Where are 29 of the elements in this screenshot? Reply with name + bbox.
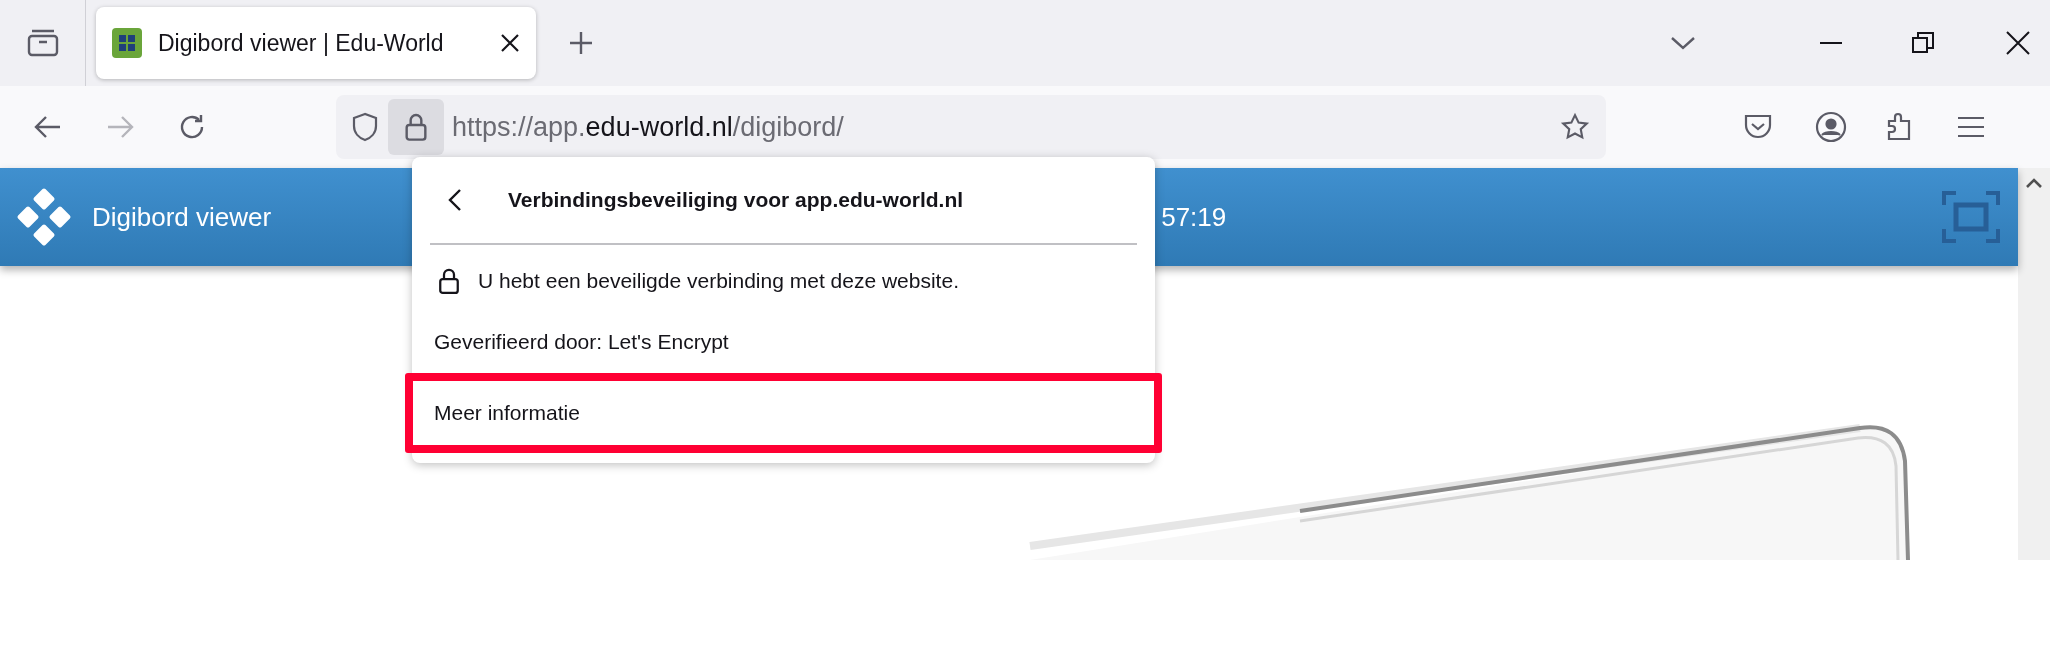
lock-button[interactable] [388,99,444,155]
tray-icon [25,28,60,58]
back-chevron-icon[interactable] [448,188,462,212]
plus-icon[interactable] [568,30,594,56]
verified-by-text: Geverifieerd door: Let's Encrypt [434,329,729,356]
chevron-up-icon[interactable] [2026,178,2042,188]
back-arrow-icon[interactable] [34,115,62,139]
close-icon[interactable] [2006,31,2030,55]
chevron-down-icon[interactable] [1670,35,1696,51]
tab-title: Digibord viewer | Edu-World [158,28,444,58]
star-icon[interactable] [1560,112,1590,142]
reload-icon[interactable] [178,113,206,141]
app-title: Digibord viewer [92,200,272,234]
address-bar[interactable]: https://app.edu-world.nl/digibord/ [336,95,1606,159]
more-info-item[interactable]: Meer informatie [405,373,1162,453]
restore-icon[interactable] [1912,32,1934,54]
minimize-icon[interactable] [1820,41,1842,45]
shield-icon[interactable] [352,112,378,142]
url-text: https://app.edu-world.nl/digibord/ [452,110,844,144]
menu-icon[interactable] [1957,116,1985,138]
favicon-icon [112,28,142,58]
connection-status-text: U hebt een beveiligde verbinding met deze website. [478,268,959,295]
account-icon[interactable] [1815,111,1847,143]
popup-title: Verbindingsbeveiliging voor app.edu-world.nl [508,187,964,214]
close-icon[interactable] [500,33,520,53]
scrollbar[interactable] [2018,168,2050,560]
browser-tab[interactable]: Digibord viewer | Edu-World [96,7,536,79]
clock-text: 57:19 [1161,200,1227,234]
pocket-icon[interactable] [1743,113,1773,141]
